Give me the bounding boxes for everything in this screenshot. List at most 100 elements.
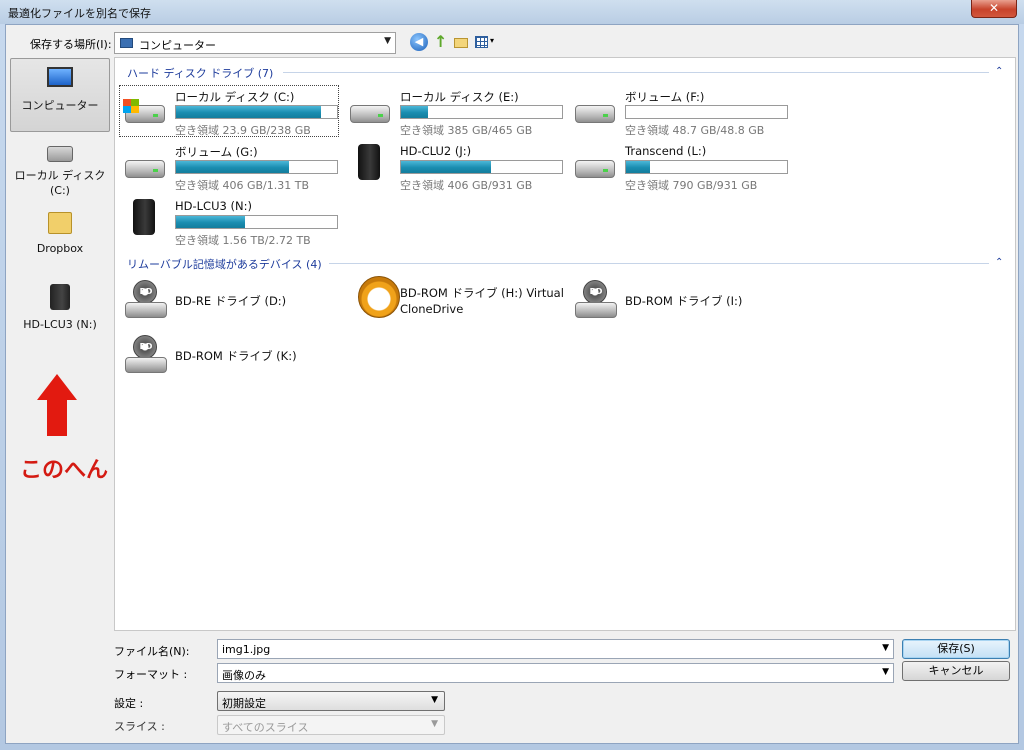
cancel-button[interactable]: キャンセル: [902, 661, 1010, 681]
new-folder-icon: [454, 38, 468, 48]
file-view: ハード ディスク ドライブ (7) ⌃ ローカル ディスク (C:) 空き領域 …: [114, 57, 1016, 631]
close-button[interactable]: ✕: [971, 0, 1017, 18]
save-in-value: コンピューター: [139, 39, 216, 52]
nav-item-local-disk-c[interactable]: ローカル ディスク (C:): [10, 146, 110, 202]
settings-value: 初期設定: [222, 697, 266, 710]
collapse-group-icon[interactable]: ⌃: [995, 257, 1003, 268]
clonedrive-sheep-icon: [350, 276, 400, 322]
drive-name: ローカル ディスク (C:): [175, 90, 295, 104]
chevron-down-icon: ▾: [490, 36, 495, 45]
usage-bar-fill: [401, 106, 429, 118]
save-in-label: 保存する場所(I):: [30, 38, 112, 51]
drive-j[interactable]: HD-CLU2 (J:) 空き領域 406 GB/931 GB: [344, 140, 564, 192]
filename-value: img1.jpg: [222, 643, 271, 656]
drive-n[interactable]: HD-LCU3 (N:) 空き領域 1.56 TB/2.72 TB: [119, 195, 339, 247]
annotation-text: このへん: [20, 458, 109, 483]
nav-item-label: ローカル ディスク (C:): [14, 169, 106, 197]
usage-bar: [625, 105, 788, 119]
free-space: 空き領域 790 GB/931 GB: [625, 179, 758, 192]
external-drive-icon: [125, 199, 165, 235]
filename-label: ファイル名(N):: [114, 645, 190, 658]
hdd-icon: [350, 99, 390, 125]
up-folder-button[interactable]: ↑: [431, 33, 449, 51]
usage-bar: [175, 160, 338, 174]
free-space: 空き領域 406 GB/931 GB: [400, 179, 533, 192]
bd-drive-icon: BD: [125, 335, 167, 377]
nav-item-dropbox[interactable]: Dropbox: [10, 212, 110, 260]
nav-item-label: HD-LCU3 (N:): [23, 318, 97, 331]
drive-f[interactable]: ボリューム (F:) 空き領域 48.7 GB/48.8 GB: [569, 85, 789, 137]
nav-item-label: コンピューター: [21, 99, 99, 112]
windows-disk-icon: [123, 99, 165, 125]
bd-drive-icon: BD: [125, 280, 167, 322]
drive-c[interactable]: ローカル ディスク (C:) 空き領域 23.9 GB/238 GB: [119, 85, 339, 137]
view-menu-button[interactable]: ▾: [474, 33, 500, 51]
free-space: 空き領域 1.56 TB/2.72 TB: [175, 234, 311, 247]
up-arrow-icon: ↑: [434, 32, 448, 51]
title-bar: 最適化ファイルを別名で保存 ✕: [0, 0, 1024, 24]
nav-item-label: Dropbox: [36, 242, 84, 255]
back-arrow-icon: ◀: [414, 35, 424, 48]
back-button[interactable]: ◀: [410, 33, 428, 51]
drive-name: BD-ROM ドライブ (H:) Virtual CloneDrive: [400, 286, 564, 316]
usage-bar-fill: [401, 161, 492, 173]
slices-select[interactable]: すべてのスライス ▼: [217, 715, 445, 735]
computer-icon: [120, 38, 133, 48]
usage-bar: [175, 215, 338, 229]
local-disk-icon: [47, 146, 73, 162]
drive-name: HD-LCU3 (N:): [175, 199, 252, 213]
drive-d[interactable]: BD BD-RE ドライブ (D:): [119, 280, 339, 324]
drive-name: Transcend (L:): [625, 144, 707, 158]
slices-value: すべてのスライス: [222, 721, 309, 734]
free-space: 空き領域 406 GB/1.31 TB: [175, 179, 310, 192]
format-label: フォーマット :: [114, 668, 188, 681]
drive-name: HD-CLU2 (J:): [400, 144, 472, 158]
computer-icon: [47, 67, 73, 87]
chevron-down-icon: ▼: [882, 667, 889, 677]
red-up-arrow-icon: [37, 374, 77, 436]
drive-h[interactable]: BD-ROM ドライブ (H:) Virtual CloneDrive: [344, 276, 564, 324]
nav-item-hd-lcu3[interactable]: HD-LCU3 (N:): [10, 284, 110, 334]
group-header-hard-drives[interactable]: ハード ディスク ドライブ (7): [127, 65, 273, 81]
filename-field[interactable]: img1.jpg ▼: [217, 639, 894, 659]
collapse-group-icon[interactable]: ⌃: [995, 66, 1003, 77]
places-bar: コンピューター ローカル ディスク (C:) Dropbox HD-LCU3 (…: [10, 56, 112, 631]
drive-name: ボリューム (F:): [625, 90, 705, 104]
drive-name: ボリューム (G:): [175, 145, 258, 159]
usage-bar-fill: [176, 161, 289, 173]
drive-e[interactable]: ローカル ディスク (E:) 空き領域 385 GB/465 GB: [344, 85, 564, 137]
usage-bar: [400, 105, 563, 119]
nav-item-computer[interactable]: コンピューター: [10, 58, 110, 132]
settings-select[interactable]: 初期設定 ▼: [217, 691, 445, 711]
chevron-down-icon: ▼: [431, 695, 438, 705]
drive-i[interactable]: BD BD-ROM ドライブ (I:): [569, 280, 789, 324]
usage-bar: [625, 160, 788, 174]
red-up-arrow-shaft: [47, 398, 67, 436]
window-title: 最適化ファイルを別名で保存: [8, 7, 151, 20]
drive-l[interactable]: Transcend (L:) 空き領域 790 GB/931 GB: [569, 140, 789, 192]
usage-bar-fill: [626, 161, 651, 173]
usage-bar: [400, 160, 563, 174]
format-value: 画像のみ: [222, 669, 266, 682]
save-in-combo[interactable]: コンピューター ▼: [114, 32, 396, 54]
drive-name: BD-ROM ドライブ (K:): [175, 349, 297, 363]
usage-bar: [175, 105, 338, 119]
format-select[interactable]: 画像のみ ▼: [217, 663, 894, 683]
drive-name: ローカル ディスク (E:): [400, 90, 519, 104]
chevron-down-icon: ▼: [882, 643, 889, 653]
dropbox-folder-icon: [48, 212, 72, 234]
hdd-icon: [575, 154, 615, 180]
drive-g[interactable]: ボリューム (G:) 空き領域 406 GB/1.31 TB: [119, 140, 339, 192]
chevron-down-icon: ▼: [384, 36, 391, 46]
external-drive-icon: [350, 144, 390, 180]
external-drive-icon: [50, 284, 70, 310]
settings-label: 設定 :: [114, 697, 144, 710]
hdd-icon: [125, 154, 165, 180]
drive-k[interactable]: BD BD-ROM ドライブ (K:): [119, 335, 339, 379]
usage-bar-fill: [176, 216, 246, 228]
group-divider: [329, 263, 989, 264]
new-folder-button[interactable]: [452, 33, 470, 51]
group-header-removable[interactable]: リムーバブル記憶域があるデバイス (4): [127, 256, 322, 272]
save-button[interactable]: 保存(S): [902, 639, 1010, 659]
drive-name: BD-ROM ドライブ (I:): [625, 294, 743, 308]
